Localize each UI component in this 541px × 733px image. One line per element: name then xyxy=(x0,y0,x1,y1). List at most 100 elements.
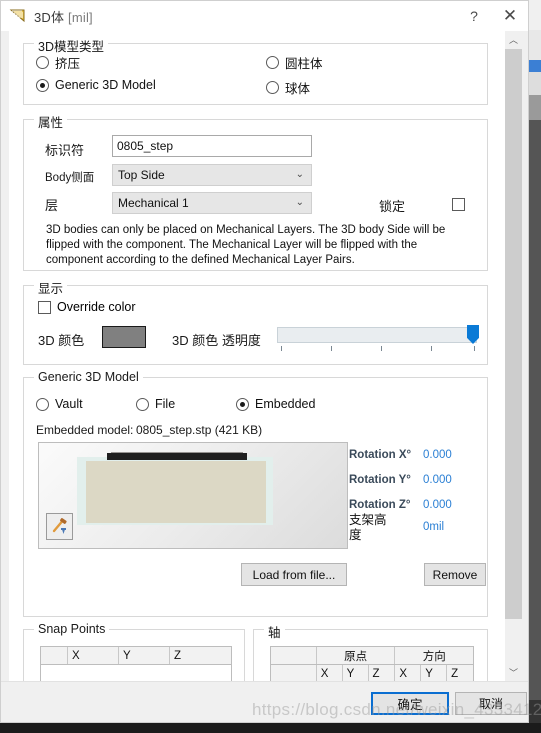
layer-label: 层 xyxy=(45,198,59,213)
snap-points-col-y[interactable]: Y xyxy=(119,647,170,664)
snap-points-group: Snap Points X Y Z xyxy=(23,622,245,681)
standoff-height-label: 支架高度 xyxy=(349,513,387,542)
ok-button[interactable]: 确定 xyxy=(371,692,449,715)
axis-sub-blank[interactable] xyxy=(271,665,317,681)
radio-extrude[interactable]: 挤压 xyxy=(36,53,80,72)
override-color-row[interactable]: Override color xyxy=(38,300,136,314)
axis-table-top-header: 原点 方向 xyxy=(271,647,473,665)
axis-sub-origin-z[interactable]: Z xyxy=(369,665,396,681)
radio-extrude-dot xyxy=(36,56,49,69)
body-side-select[interactable]: Top Side ⌄ xyxy=(112,164,312,186)
chevron-down-icon: ⌄ xyxy=(295,197,304,208)
dialog-title-unit: [mil] xyxy=(68,9,93,25)
snap-points-group-label: Snap Points xyxy=(34,622,110,636)
radio-source-vault[interactable]: Vault xyxy=(36,397,83,411)
model-preview[interactable] xyxy=(38,442,348,549)
chevron-down-icon: ⌄ xyxy=(295,169,304,180)
cancel-button[interactable]: 取消 xyxy=(455,692,527,715)
properties-help-text: 3D bodies can only be placed on Mechanic… xyxy=(46,224,446,266)
scroll-down-arrow-icon[interactable]: ﹀ xyxy=(505,664,522,681)
body-side-label: Body侧面 xyxy=(45,172,95,184)
scrollbar-thumb[interactable] xyxy=(505,49,522,619)
dialog-titlebar: 3D体 [mil] ? ✕ xyxy=(1,1,528,31)
radio-source-file[interactable]: File xyxy=(136,397,175,411)
axis-col-origin[interactable]: 原点 xyxy=(317,647,396,664)
axis-table[interactable]: 原点 方向 X Y Z X Y Z xyxy=(270,646,474,681)
identifier-input[interactable]: 0805_step xyxy=(112,135,312,157)
generic-3d-model-group-label: Generic 3D Model xyxy=(34,370,143,384)
background-bottom-bar xyxy=(0,723,541,733)
identifier-label: 标识符 xyxy=(45,143,85,158)
radio-source-vault-label: Vault xyxy=(55,397,83,411)
properties-group: 属性 标识符 0805_step Body侧面 Top Side ⌄ 层 Mec… xyxy=(23,112,488,271)
remove-button[interactable]: Remove xyxy=(424,563,486,586)
standoff-height-value[interactable]: 0mil xyxy=(423,521,444,533)
dialog-footer: 确定 取消 xyxy=(1,681,528,722)
close-button[interactable]: ✕ xyxy=(492,1,528,31)
lock-checkbox[interactable] xyxy=(452,198,465,211)
radio-source-vault-dot xyxy=(36,397,49,411)
axis-col-blank[interactable] xyxy=(271,647,317,664)
axis-col-direction[interactable]: 方向 xyxy=(395,647,473,664)
radio-sphere-label: 球体 xyxy=(285,82,311,96)
radio-cylinder-label: 圆柱体 xyxy=(285,57,323,71)
radio-extrude-label: 挤压 xyxy=(55,57,81,71)
override-color-checkbox[interactable] xyxy=(38,300,51,314)
model-body xyxy=(86,461,266,523)
radio-sphere-dot xyxy=(266,81,279,94)
embedded-model-file: 0805_step.stp (421 KB) xyxy=(136,423,263,437)
display-group-label: 显示 xyxy=(34,278,68,297)
radio-source-embedded-dot xyxy=(236,397,249,411)
slider-tick xyxy=(474,346,475,351)
opacity-slider-track[interactable] xyxy=(277,327,477,343)
rotation-z-label: Rotation Z° xyxy=(349,499,411,511)
vertical-scrollbar[interactable]: ︿ ﹀ xyxy=(505,31,522,681)
rotation-y-value[interactable]: 0.000 xyxy=(423,474,452,486)
axis-sub-origin-x[interactable]: X xyxy=(317,665,343,681)
properties-group-label: 属性 xyxy=(34,112,68,131)
dialog-scroll-content: 3D模型类型 挤压 圆柱体 Generic 3D Model 球体 属性 标识符… xyxy=(9,31,505,681)
snap-points-col-z[interactable]: Z xyxy=(170,647,231,664)
slider-tick xyxy=(281,346,282,351)
color-swatch[interactable] xyxy=(102,326,146,348)
hammer-icon[interactable] xyxy=(46,513,73,540)
model-cap xyxy=(107,453,247,460)
display-group: 显示 Override color 3D 颜色 3D 颜色 透明度 xyxy=(23,278,488,365)
axis-sub-direction-y[interactable]: Y xyxy=(421,665,448,681)
snap-points-col-blank[interactable] xyxy=(41,647,68,664)
dialog-title: 3D体 [mil] xyxy=(34,7,93,26)
radio-cylinder[interactable]: 圆柱体 xyxy=(266,53,323,72)
background-right-strip xyxy=(529,0,541,733)
axis-sub-origin-y[interactable]: Y xyxy=(343,665,369,681)
layer-value: Mechanical 1 xyxy=(118,196,189,210)
layer-select[interactable]: Mechanical 1 ⌄ xyxy=(112,192,312,214)
scroll-up-arrow-icon[interactable]: ︿ xyxy=(505,31,522,48)
snap-points-table[interactable]: X Y Z xyxy=(40,646,232,681)
radio-generic-3d-model[interactable]: Generic 3D Model xyxy=(36,78,156,92)
load-from-file-button[interactable]: Load from file... xyxy=(241,563,347,586)
help-button[interactable]: ? xyxy=(456,1,492,31)
rotation-x-label: Rotation X° xyxy=(349,449,412,461)
embedded-model-label: Embedded model: xyxy=(36,423,134,437)
radio-generic-3d-model-label: Generic 3D Model xyxy=(55,78,156,92)
axis-sub-direction-z[interactable]: Z xyxy=(447,665,473,681)
radio-source-embedded[interactable]: Embedded xyxy=(236,397,315,411)
snap-points-col-x[interactable]: X xyxy=(68,647,119,664)
opacity-label: 3D 颜色 透明度 xyxy=(172,333,261,348)
radio-sphere[interactable]: 球体 xyxy=(266,78,310,97)
slider-tick xyxy=(331,346,332,351)
model-type-group: 3D模型类型 挤压 圆柱体 Generic 3D Model 球体 xyxy=(23,36,488,105)
radio-source-file-label: File xyxy=(155,397,176,411)
radio-source-embedded-label: Embedded xyxy=(255,397,316,411)
override-color-label: Override color xyxy=(57,300,136,314)
axis-sub-direction-x[interactable]: X xyxy=(395,665,422,681)
dialog-title-text: 3D体 xyxy=(34,9,65,25)
slider-tick xyxy=(381,346,382,351)
lock-label: 锁定 xyxy=(379,199,406,214)
snap-points-table-body[interactable] xyxy=(41,665,231,681)
rotation-z-value[interactable]: 0.000 xyxy=(423,499,452,511)
axis-group: 轴 原点 方向 X Y Z X Y Z xyxy=(253,622,488,681)
dialog-client-area: 3D模型类型 挤压 圆柱体 Generic 3D Model 球体 属性 标识符… xyxy=(1,31,528,722)
rotation-x-value[interactable]: 0.000 xyxy=(423,449,452,461)
radio-cylinder-dot xyxy=(266,56,279,69)
